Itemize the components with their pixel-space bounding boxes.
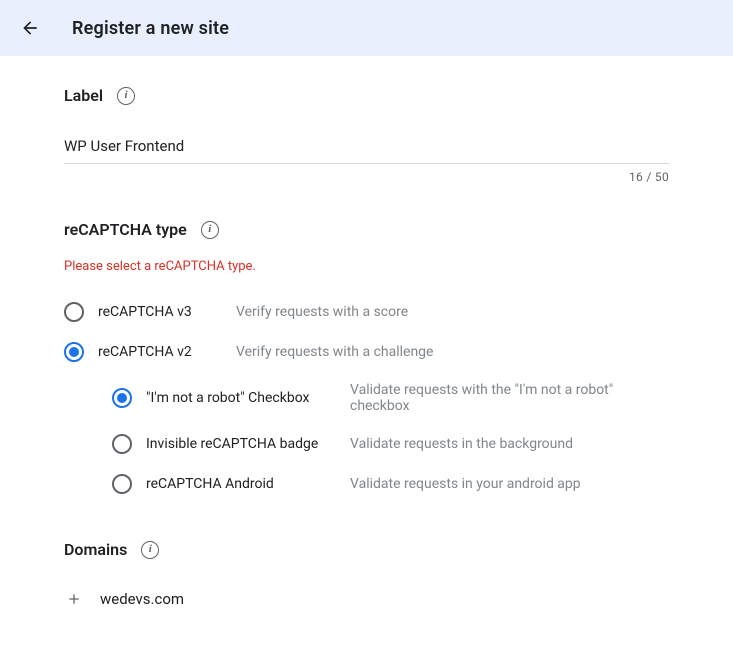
radio-label: Invisible reCAPTCHA badge bbox=[146, 436, 336, 452]
label-input-row bbox=[64, 131, 669, 164]
domains-header: Domains i bbox=[64, 540, 669, 559]
radio-desc: Verify requests with a score bbox=[236, 304, 408, 320]
label-input[interactable] bbox=[64, 137, 669, 155]
type-header: reCAPTCHA type i bbox=[64, 220, 669, 239]
label-section: Label i 16 / 50 bbox=[64, 86, 669, 184]
radio-checkbox[interactable]: "I'm not a robot" Checkbox Validate requ… bbox=[64, 372, 669, 424]
radio-label: reCAPTCHA Android bbox=[146, 476, 336, 492]
type-title: reCAPTCHA type bbox=[64, 220, 187, 239]
plus-icon[interactable] bbox=[64, 589, 84, 609]
radio-icon bbox=[64, 302, 84, 322]
domains-title: Domains bbox=[64, 540, 127, 559]
domain-text[interactable]: wedevs.com bbox=[100, 590, 184, 608]
radio-label: reCAPTCHA v2 bbox=[98, 344, 222, 360]
back-arrow-icon[interactable] bbox=[18, 16, 42, 40]
radio-icon bbox=[112, 388, 132, 408]
info-icon[interactable]: i bbox=[117, 87, 135, 105]
domain-row: wedevs.com bbox=[64, 579, 669, 619]
radio-v3[interactable]: reCAPTCHA v3 Verify requests with a scor… bbox=[64, 292, 669, 332]
radio-v2[interactable]: reCAPTCHA v2 Verify requests with a chal… bbox=[64, 332, 669, 372]
content: Label i 16 / 50 reCAPTCHA type i Please … bbox=[0, 56, 733, 649]
radio-desc: Validate requests in the background bbox=[350, 436, 573, 452]
info-icon[interactable]: i bbox=[141, 541, 159, 559]
radio-label: "I'm not a robot" Checkbox bbox=[146, 390, 336, 406]
radio-desc: Verify requests with a challenge bbox=[236, 344, 433, 360]
radio-icon bbox=[112, 434, 132, 454]
radio-list: reCAPTCHA v3 Verify requests with a scor… bbox=[64, 292, 669, 504]
domains-section: Domains i wedevs.com bbox=[64, 540, 669, 619]
radio-icon bbox=[112, 474, 132, 494]
page-header: Register a new site bbox=[0, 0, 733, 56]
type-section: reCAPTCHA type i Please select a reCAPTC… bbox=[64, 220, 669, 504]
radio-desc: Validate requests with the "I'm not a ro… bbox=[350, 382, 669, 414]
info-icon[interactable]: i bbox=[201, 221, 219, 239]
label-title: Label bbox=[64, 86, 103, 105]
label-header: Label i bbox=[64, 86, 669, 105]
page-title: Register a new site bbox=[72, 18, 229, 39]
type-error: Please select a reCAPTCHA type. bbox=[64, 259, 669, 274]
char-count: 16 / 50 bbox=[64, 170, 669, 184]
radio-android[interactable]: reCAPTCHA Android Validate requests in y… bbox=[64, 464, 669, 504]
radio-invisible[interactable]: Invisible reCAPTCHA badge Validate reque… bbox=[64, 424, 669, 464]
radio-label: reCAPTCHA v3 bbox=[98, 304, 222, 320]
radio-icon bbox=[64, 342, 84, 362]
radio-desc: Validate requests in your android app bbox=[350, 476, 581, 492]
